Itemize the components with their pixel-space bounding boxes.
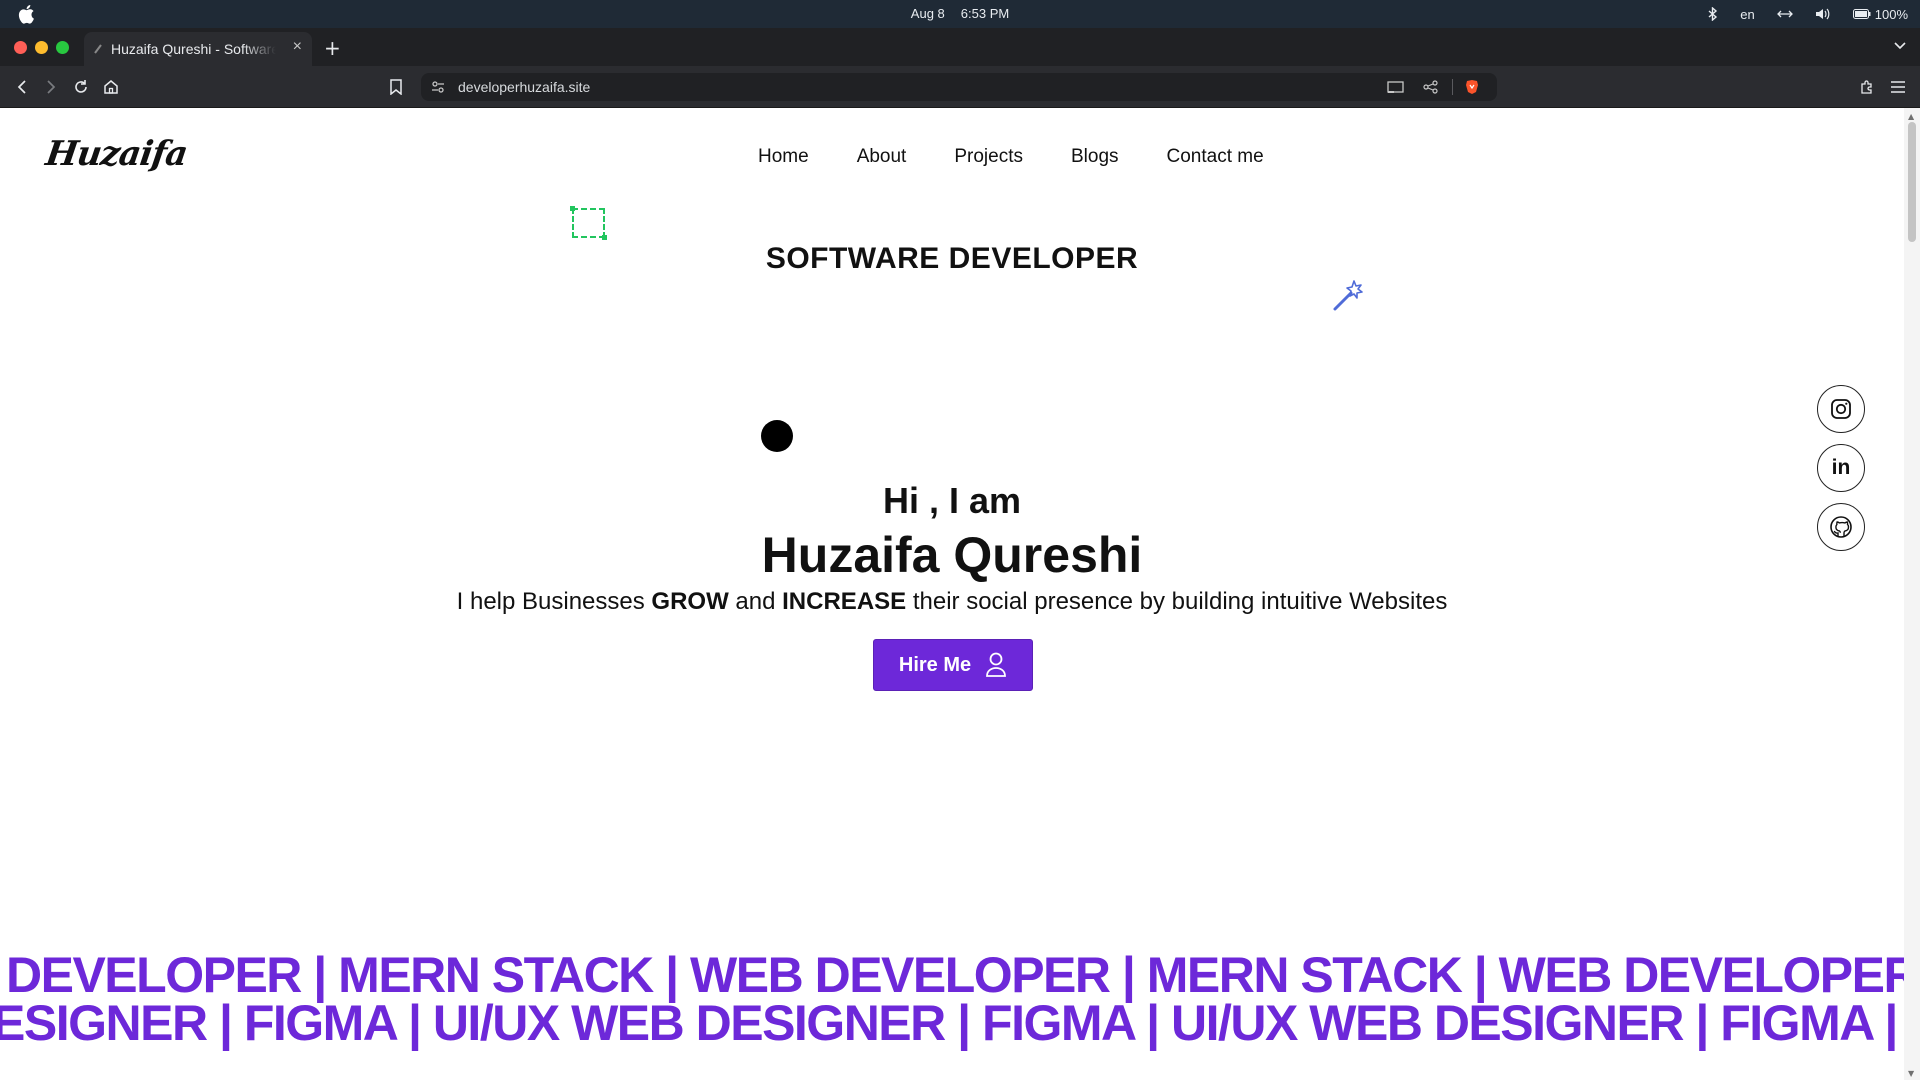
tagline-part-1: I help Businesses — [456, 588, 652, 615]
tab-title: Huzaifa Qureshi - Software Developer — [111, 41, 276, 57]
nav-about[interactable]: About — [857, 146, 907, 168]
battery-percent: 100% — [1874, 6, 1908, 22]
tagline-bold-increase: INCREASE — [782, 588, 907, 615]
omnibox-divider — [1452, 79, 1453, 95]
cast-icon[interactable] — [1387, 81, 1405, 94]
hire-me-button[interactable]: Hire Me — [873, 639, 1033, 691]
nav-home[interactable]: Home — [758, 146, 809, 168]
system-menubar: Aug 8 6:53 PM en 100% — [0, 0, 1920, 28]
cursor-dot — [761, 420, 793, 452]
tagline-part-2: and — [728, 588, 783, 615]
menubar-date: Aug 8 — [910, 6, 945, 21]
back-arrow-icon — [17, 80, 26, 94]
nav-projects[interactable]: Projects — [954, 146, 1023, 168]
battery-icon — [1852, 9, 1871, 19]
site-settings-icon[interactable] — [431, 80, 445, 94]
window-close-button[interactable] — [14, 41, 27, 54]
instagram-link[interactable] — [1817, 385, 1865, 433]
volume-icon[interactable] — [1815, 8, 1831, 20]
github-link[interactable] — [1817, 503, 1865, 551]
status-tray: en 100% — [1708, 4, 1908, 24]
puzzle-icon — [1861, 80, 1872, 94]
scrollbar-thumb[interactable] — [1908, 122, 1916, 242]
tab-list-chevron-icon[interactable] — [1894, 42, 1906, 50]
bluetooth-icon[interactable] — [1708, 7, 1718, 21]
browser-toolbar: developerhuzaifa.site — [0, 66, 1920, 108]
window-controls — [14, 41, 69, 54]
selection-rectangle-icon — [570, 206, 607, 240]
browser-tab-active[interactable]: Huzaifa Qureshi - Software Developer × — [84, 32, 312, 66]
menubar-time: 6:53 PM — [960, 6, 1010, 21]
nav-contact[interactable]: Contact me — [1167, 146, 1264, 168]
skills-marquee-bottom: ESIGNER | FIGMA | UI/UX WEB DESIGNER | F… — [0, 995, 1898, 1051]
role-heading: SOFTWARE DEVELOPER — [765, 242, 1139, 275]
github-icon — [1830, 516, 1852, 538]
bookmark-icon — [390, 79, 402, 95]
nav-blogs[interactable]: Blogs — [1071, 146, 1119, 168]
scroll-up-arrow-icon[interactable]: ▲ — [1908, 112, 1914, 121]
bookmark-button[interactable] — [386, 77, 406, 97]
menubar-clock[interactable]: Aug 8 6:53 PM — [0, 6, 1920, 21]
reload-button[interactable] — [71, 77, 91, 97]
hire-me-label: Hire Me — [898, 653, 972, 676]
browser-tab-strip: Huzaifa Qureshi - Software Developer × + — [0, 28, 1920, 66]
tab-close-icon[interactable]: × — [293, 38, 302, 56]
user-icon — [986, 652, 1007, 677]
new-tab-button[interactable]: + — [324, 36, 341, 60]
extensions-button[interactable] — [1857, 77, 1877, 97]
language-indicator[interactable]: en — [1740, 7, 1754, 22]
share-icon[interactable] — [1423, 80, 1439, 94]
forward-arrow-icon — [47, 80, 56, 94]
scroll-down-arrow-icon[interactable]: ▼ — [1908, 1069, 1914, 1078]
tagline-bold-grow: GROW — [651, 588, 729, 615]
site-logo[interactable]: Huzaifa — [43, 134, 189, 174]
network-icon[interactable] — [1776, 9, 1793, 19]
url-text: developerhuzaifa.site — [458, 79, 591, 95]
site-nav: Home About Projects Blogs Contact me — [758, 146, 1264, 168]
forward-button[interactable] — [41, 77, 61, 97]
linkedin-link[interactable]: in — [1817, 444, 1865, 492]
magic-wand-icon — [1333, 280, 1363, 311]
home-icon — [104, 80, 118, 94]
browser-menu-button[interactable] — [1888, 77, 1908, 97]
hero-tagline: I help Businesses GROW and INCREASE thei… — [0, 588, 1904, 616]
address-bar[interactable]: developerhuzaifa.site — [421, 73, 1497, 101]
instagram-icon — [1831, 399, 1851, 419]
hamburger-menu-icon — [1891, 81, 1905, 93]
home-button[interactable] — [101, 77, 121, 97]
reload-icon — [75, 80, 87, 93]
hero-name: Huzaifa Qureshi — [761, 527, 1143, 583]
brave-shields-icon[interactable] — [1465, 79, 1479, 95]
window-maximize-button[interactable] — [56, 41, 69, 54]
page-viewport: Huzaifa Home About Projects Blogs Contac… — [0, 108, 1904, 1080]
site-favicon-icon — [94, 44, 102, 54]
linkedin-icon: in — [1831, 456, 1851, 479]
greeting-text: Hi , I am — [882, 480, 1022, 521]
window-minimize-button[interactable] — [35, 41, 48, 54]
back-button[interactable] — [12, 77, 32, 97]
battery-status[interactable]: 100% — [1852, 6, 1908, 22]
tagline-part-3: their social presence by building intuit… — [906, 588, 1448, 615]
page-scrollbar[interactable]: ▲ ▼ — [1904, 108, 1920, 1080]
